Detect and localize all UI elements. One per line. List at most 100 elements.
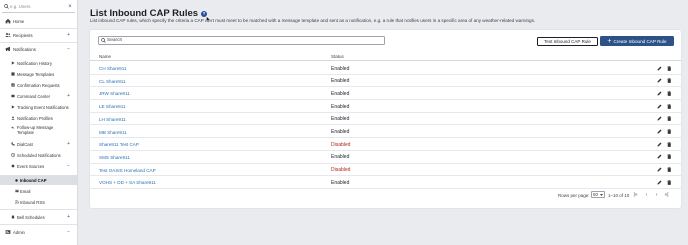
sidebar-item-inbound-rss[interactable]: Inbound RSS xyxy=(0,197,77,207)
page-subtitle: List inbound CAP rules, which specify th… xyxy=(90,18,536,23)
rule-name-link[interactable]: Share911 Test CAP xyxy=(99,142,139,147)
delete-icon[interactable] xyxy=(666,116,672,122)
sidebar: × Home Recipients + Notifications − Noti… xyxy=(0,0,78,245)
expand-icon[interactable]: + xyxy=(67,212,70,222)
collapse-icon[interactable]: − xyxy=(67,44,70,54)
rule-name-link[interactable]: MB Share911 xyxy=(99,130,127,135)
sidebar-item-bell-schedules[interactable]: Bell Schedules + xyxy=(0,212,77,222)
table-row[interactable]: Test OASIS Homeland CAP Disabled xyxy=(90,164,681,177)
mail-icon xyxy=(14,188,19,194)
rule-status: Enabled xyxy=(331,154,350,161)
edit-icon[interactable] xyxy=(656,141,662,147)
sidebar-item-confirmation-requests[interactable]: Confirmation Requests xyxy=(0,80,77,90)
sidebar-item-recipients[interactable]: Recipients + xyxy=(0,30,77,40)
source-icon xyxy=(10,163,15,169)
table-row[interactable]: LE Share911 Enabled xyxy=(90,100,681,113)
table-row[interactable]: VOHS + DD + SA Share911 Enabled xyxy=(90,176,681,189)
phone-icon xyxy=(10,141,15,147)
rule-status: Enabled xyxy=(331,78,350,85)
delete-icon[interactable] xyxy=(666,65,672,71)
delete-icon[interactable] xyxy=(666,90,672,96)
rule-name-link[interactable]: SMS Share911 xyxy=(99,155,130,160)
chevron-down-icon xyxy=(600,192,603,197)
collapse-icon[interactable]: − xyxy=(67,161,70,171)
sidebar-item-notification-profiles[interactable]: Notification Profiles xyxy=(0,113,77,123)
first-page-icon[interactable]: |« xyxy=(632,191,639,198)
table-row[interactable]: JRW Share911 Enabled xyxy=(90,87,681,101)
sidebar-item-inbound-cap[interactable]: Inbound CAP xyxy=(0,175,77,185)
sidebar-item-admin[interactable]: Admin − xyxy=(0,227,77,237)
edit-icon[interactable] xyxy=(656,90,662,96)
table-row[interactable]: SMS Share911 Enabled xyxy=(90,151,681,164)
next-page-icon[interactable]: › xyxy=(653,191,660,198)
command-icon xyxy=(10,93,15,99)
delete-icon[interactable] xyxy=(666,103,672,109)
delete-icon[interactable] xyxy=(666,167,672,173)
rule-status: Enabled xyxy=(331,65,350,72)
page-range: 1–10 of 10 xyxy=(608,193,630,198)
rule-name-link[interactable]: LE Share911 xyxy=(99,104,125,109)
expand-icon[interactable]: + xyxy=(67,91,70,101)
expand-icon[interactable]: + xyxy=(67,139,70,149)
edit-icon[interactable] xyxy=(656,65,662,71)
rule-name-link[interactable]: LH Share911 xyxy=(99,117,126,122)
delete-icon[interactable] xyxy=(666,78,672,84)
create-inbound-cap-rule-button[interactable]: + Create Inbound CAP Rule xyxy=(600,36,674,46)
sidebar-item-scheduled-notifications[interactable]: Scheduled Notifications xyxy=(0,150,77,160)
edit-icon[interactable] xyxy=(656,78,662,84)
table-search xyxy=(98,36,385,45)
column-header-status[interactable]: Status xyxy=(331,54,344,59)
edit-icon[interactable] xyxy=(656,179,662,185)
users-icon xyxy=(5,32,11,38)
rule-name-link[interactable]: CH Share911 xyxy=(99,66,127,71)
rules-table-card: Test Inbound CAP Rule + Create Inbound C… xyxy=(90,30,681,208)
sidebar-item-follow-up-message-template[interactable]: Follow-up Message Template xyxy=(0,124,77,136)
megaphone-icon xyxy=(5,46,11,52)
rule-name-link[interactable]: JRW Share911 xyxy=(99,91,130,96)
sidebar-item-home[interactable]: Home xyxy=(0,16,77,26)
delete-icon[interactable] xyxy=(666,141,672,147)
rule-name-link[interactable]: CL Share911 xyxy=(99,79,126,84)
sidebar-search: × xyxy=(2,1,75,13)
table-row[interactable]: CL Share911 Enabled xyxy=(90,75,681,88)
delete-icon[interactable] xyxy=(666,129,672,135)
table-search-input[interactable] xyxy=(107,38,377,43)
sidebar-item-notification-history[interactable]: Notification History xyxy=(0,58,77,68)
delete-icon[interactable] xyxy=(666,179,672,185)
clear-icon[interactable]: × xyxy=(66,1,74,13)
sidebar-search-input[interactable] xyxy=(10,4,66,9)
table-row[interactable]: MB Share911 Enabled xyxy=(90,126,681,139)
last-page-icon[interactable]: »| xyxy=(663,191,670,198)
sidebar-item-tracking-event-notifications[interactable]: Tracking Event Notifications xyxy=(0,102,77,112)
rule-status: Enabled xyxy=(331,129,350,135)
checklist-icon xyxy=(10,82,15,88)
prev-page-icon[interactable]: ‹ xyxy=(643,191,650,198)
profile-icon xyxy=(10,115,15,121)
edit-icon[interactable] xyxy=(656,116,662,122)
collapse-icon[interactable]: − xyxy=(67,227,70,237)
table-row[interactable]: LH Share911 Enabled xyxy=(90,113,681,126)
sidebar-item-event-sources[interactable]: Event Sources − xyxy=(0,161,77,171)
delete-icon[interactable] xyxy=(666,154,672,160)
sidebar-item-command-center[interactable]: Command Center + xyxy=(0,91,77,101)
edit-icon[interactable] xyxy=(656,154,662,160)
table-row[interactable]: Share911 Test CAP Disabled xyxy=(90,138,681,151)
table-row[interactable]: CH Share911 Enabled xyxy=(90,62,681,75)
sidebar-item-dialcast[interactable]: DialCast + xyxy=(0,139,77,149)
edit-icon[interactable] xyxy=(656,167,662,173)
rows-per-page-select[interactable]: 50 xyxy=(591,191,605,198)
table-header: Name Status xyxy=(90,51,681,61)
rule-name-link[interactable]: VOHS + DD + SA Share911 xyxy=(99,180,156,185)
expand-icon[interactable]: + xyxy=(67,30,70,40)
sidebar-item-notifications[interactable]: Notifications − xyxy=(0,44,77,54)
sidebar-item-email[interactable]: Email xyxy=(0,186,77,196)
edit-icon[interactable] xyxy=(656,103,662,109)
column-header-name[interactable]: Name xyxy=(99,54,111,59)
rule-status: Enabled xyxy=(331,179,350,186)
test-inbound-cap-rule-button[interactable]: Test Inbound CAP Rule xyxy=(537,37,598,46)
sidebar-item-message-templates[interactable]: Message Templates xyxy=(0,69,77,79)
edit-icon[interactable] xyxy=(656,129,662,135)
admin-icon xyxy=(5,229,11,235)
rule-name-link[interactable]: Test OASIS Homeland CAP xyxy=(99,168,156,173)
rule-status: Disabled xyxy=(331,141,351,148)
